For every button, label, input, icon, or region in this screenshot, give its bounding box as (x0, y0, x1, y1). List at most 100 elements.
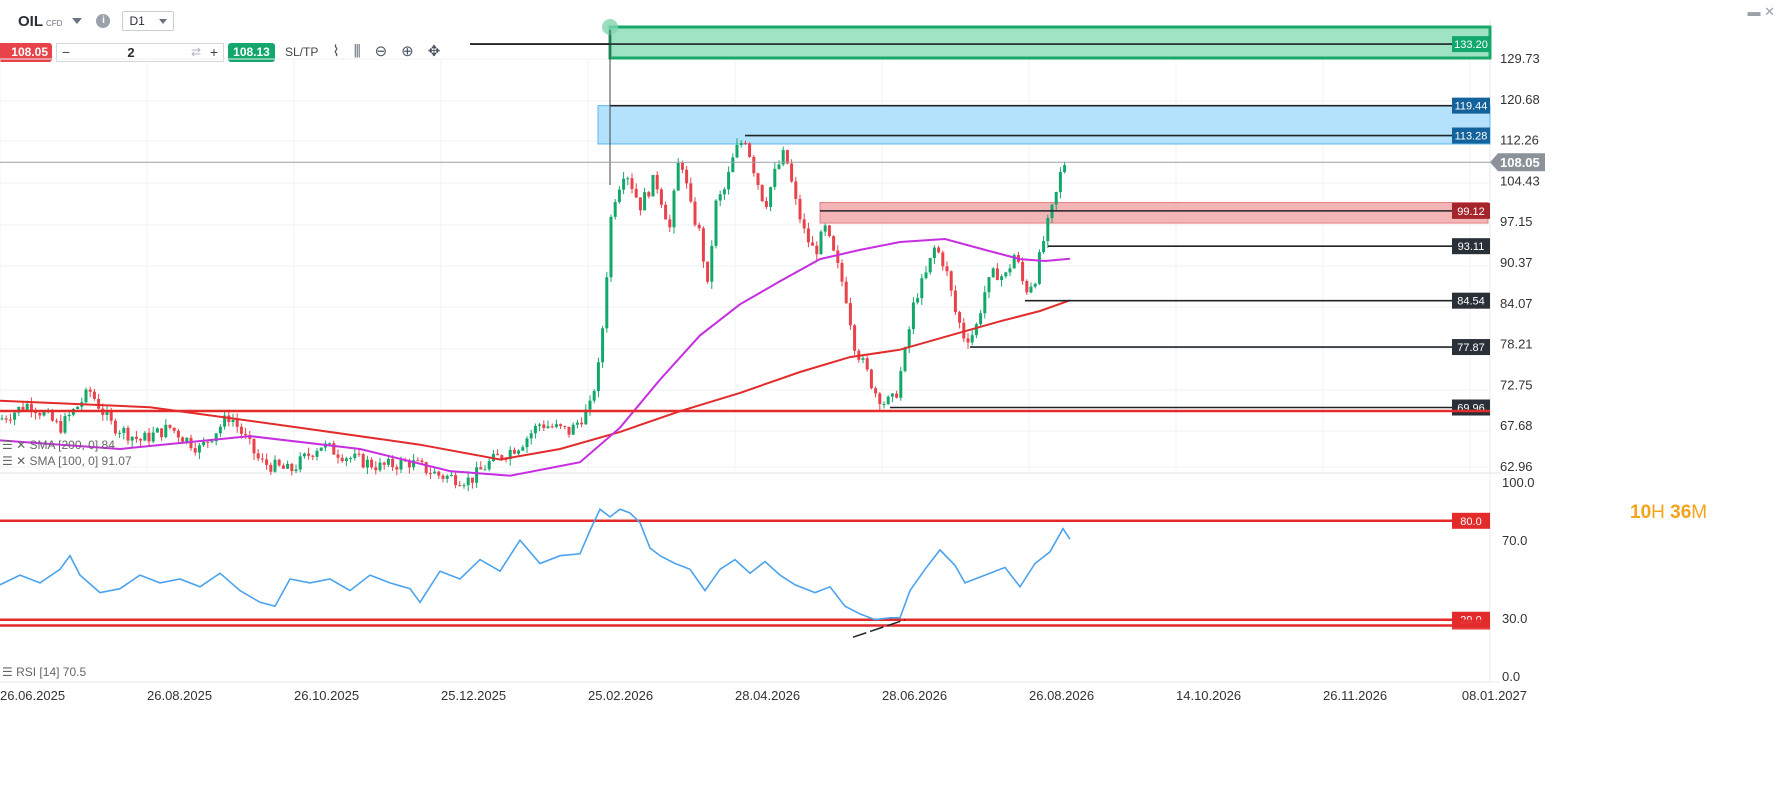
candle-body (134, 436, 138, 439)
rsi-tick: 0.0 (1502, 669, 1520, 684)
candle-body (672, 190, 676, 228)
candle-body (924, 272, 928, 279)
candle-body (8, 419, 12, 421)
candle-body (319, 447, 323, 451)
candle-body (685, 169, 689, 184)
candle-body (1042, 241, 1046, 253)
level-label: 69.96 (1457, 403, 1485, 415)
candle-body (974, 324, 978, 336)
candle-body (269, 464, 273, 472)
date-tick: 26.08.2025 (147, 688, 212, 703)
candle-body (231, 419, 235, 422)
candle-body (588, 400, 592, 410)
candle-body (949, 271, 953, 291)
candle-body (769, 187, 773, 207)
timer-minutes: 36 (1670, 502, 1692, 523)
candle-body (185, 437, 189, 442)
candle-body (130, 436, 134, 441)
candle-body (928, 258, 932, 273)
candle-body (479, 467, 483, 470)
candle-body (63, 416, 67, 433)
level-label: 77.87 (1457, 342, 1485, 354)
candle-body (181, 437, 185, 442)
price-tick: 129.73 (1500, 51, 1540, 66)
candle-body (836, 250, 840, 264)
candle-body (844, 281, 848, 304)
candle-body (475, 467, 479, 483)
candle-body (340, 457, 344, 462)
level-label: 99.12 (1457, 206, 1485, 218)
candle-body (176, 430, 180, 438)
candle-body (374, 467, 378, 471)
rsi-tick: 100.0 (1502, 475, 1535, 490)
candle-body (4, 418, 8, 420)
candle-body (853, 325, 857, 351)
candle-body (143, 432, 147, 441)
candle-body (1021, 261, 1025, 282)
candle-body (59, 421, 63, 433)
candle-body (399, 460, 403, 470)
candle-body (575, 422, 579, 425)
candle-body (357, 453, 361, 455)
candle-body (865, 358, 869, 370)
candle-body (748, 143, 752, 157)
candle-body (559, 424, 563, 427)
candle-body (462, 485, 466, 487)
candle-body (458, 485, 462, 487)
candle-body (617, 189, 621, 203)
candle-body (391, 458, 395, 468)
candle-body (336, 454, 340, 458)
candle-body (613, 202, 617, 217)
candle-body (760, 184, 764, 202)
candle-body (1029, 286, 1033, 293)
candle-body (630, 178, 634, 189)
candle-body (265, 459, 269, 465)
indicator-legend: ☰ ✕ SMA [200, 0] 84 ☰ ✕ SMA [100, 0] 91.0… (2, 438, 132, 679)
candle-body (92, 391, 96, 399)
candle-body (164, 424, 168, 438)
candle-body (714, 200, 718, 246)
date-tick: 25.02.2026 (588, 688, 653, 703)
timer-m-unit: M (1691, 502, 1708, 523)
candle-body (689, 183, 693, 202)
price-chart[interactable]: 133.20 119.44 113.28 99.12 93.11 84.54 77.87 69… (0, 0, 1787, 804)
candle-body (151, 432, 155, 442)
date-tick: 28.04.2026 (735, 688, 800, 703)
candle-body (533, 425, 537, 434)
candle-body (424, 462, 428, 474)
candle-body (361, 454, 365, 468)
candle-body (958, 312, 962, 323)
candle-body (525, 438, 529, 448)
candle-body (244, 433, 248, 436)
candle-body (147, 432, 151, 442)
price-axis: 129.73 120.68 112.26 104.43 97.15 90.37 84.07 7… (1490, 51, 1545, 474)
candle-body (815, 245, 819, 255)
candle-body (437, 471, 441, 476)
candle-body (416, 460, 420, 462)
candle-body (840, 263, 844, 282)
candle-body (344, 458, 348, 462)
chart-app: OIL CFD i D1 108.05 − 2 ⇄ + 108.13 SL/TP… (0, 0, 1787, 804)
candle-body (97, 398, 101, 409)
candle-body (294, 469, 298, 472)
candle-body (38, 413, 42, 416)
candle-body (735, 144, 739, 158)
rsi-level-tag-2 (1452, 619, 1490, 630)
candle-body (580, 422, 584, 425)
date-tick: 26.08.2026 (1029, 688, 1094, 703)
candle-body (88, 389, 92, 392)
candle-body (848, 303, 852, 326)
candle-body (1058, 171, 1062, 192)
date-tick: 25.12.2025 (441, 688, 506, 703)
candle-body (239, 426, 243, 434)
green-zone (608, 25, 1492, 60)
candle-body (84, 389, 88, 403)
timer-h-unit: H (1651, 502, 1665, 523)
date-tick: 26.11.2026 (1323, 688, 1387, 703)
candle-body (298, 456, 302, 470)
candle-body (643, 192, 647, 211)
candle-body (806, 228, 810, 243)
sma100-legend: ☰ ✕ SMA [100, 0] 91.07 (2, 454, 132, 468)
candle-body (680, 162, 684, 170)
candle-body (206, 441, 210, 443)
